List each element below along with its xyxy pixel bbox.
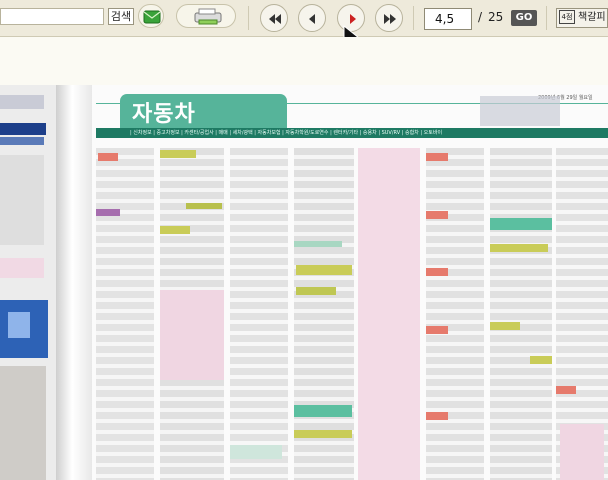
ad-highlight: [186, 203, 222, 209]
left-page-block: [0, 95, 44, 109]
ad-highlight: [230, 445, 282, 459]
ad-highlight: [490, 218, 552, 230]
printer-icon: [194, 8, 222, 25]
left-page-block: [0, 123, 46, 135]
search-input[interactable]: [0, 8, 104, 25]
ad-highlight: [530, 356, 552, 364]
ad-pink-box: [560, 424, 604, 480]
toolbar-divider: [248, 6, 249, 30]
double-left-icon: [269, 14, 281, 24]
ad-highlight: [490, 244, 548, 252]
bookmark-button[interactable]: 4점 책갈피: [556, 8, 608, 28]
ad-highlight: [426, 211, 448, 219]
last-page-button[interactable]: [375, 4, 403, 32]
bookmark-icon: 4점: [559, 10, 575, 24]
ad-highlight: [160, 150, 196, 158]
ad-column: [96, 148, 154, 480]
ad-highlight: [294, 241, 342, 247]
go-button[interactable]: GO: [511, 10, 537, 26]
left-page-block: [0, 258, 44, 278]
section-title: 자동차: [132, 102, 196, 127]
left-icon: [309, 14, 315, 24]
ad-highlight: [556, 386, 576, 394]
ad-highlight: [490, 322, 520, 330]
ad-highlight: [296, 265, 352, 275]
toolbar-spacer: [0, 37, 608, 85]
category-links[interactable]: | 신차정보 | 중고차정보 | 카센타/공업사 | 매매 | 세차/광택 | …: [130, 128, 442, 138]
left-page-block: [0, 155, 44, 245]
ad-highlight: [96, 209, 120, 216]
ad-highlight: [294, 430, 352, 438]
bookmark-label: 책갈피: [578, 12, 606, 23]
ad-highlight: [294, 405, 352, 417]
left-page-block: [0, 137, 44, 145]
ad-highlight: [426, 268, 448, 276]
left-page-image: [0, 366, 46, 480]
ad-highlight: [426, 412, 448, 420]
print-button[interactable]: [176, 4, 236, 28]
page-number-input[interactable]: 4,5: [424, 8, 472, 30]
envelope-icon: [143, 10, 161, 24]
prev-page-button[interactable]: [298, 4, 326, 32]
first-page-button[interactable]: [260, 4, 288, 32]
viewer-toolbar: 검색 4,5 / 25 GO 4점 책갈피: [0, 0, 608, 37]
double-right-icon: [384, 14, 396, 24]
ad-column: [490, 148, 552, 480]
ad-pink-column: [358, 148, 420, 480]
header-logo-blur: [480, 96, 560, 126]
email-button[interactable]: [138, 4, 164, 28]
ad-highlight: [160, 226, 190, 234]
ad-highlight: [296, 287, 336, 295]
ad-pink-box: [160, 290, 224, 380]
left-page-image: [8, 312, 30, 338]
page-total: 25: [488, 10, 504, 24]
ad-highlight: [98, 153, 118, 161]
page-spine: [56, 85, 92, 480]
toolbar-divider: [546, 6, 547, 30]
page-separator: /: [478, 10, 483, 24]
ad-highlight: [426, 153, 448, 161]
ad-column: [230, 148, 288, 480]
search-button[interactable]: 검색: [108, 8, 134, 25]
ad-highlight: [426, 326, 448, 334]
toolbar-divider: [413, 6, 414, 30]
ad-column: [426, 148, 484, 480]
